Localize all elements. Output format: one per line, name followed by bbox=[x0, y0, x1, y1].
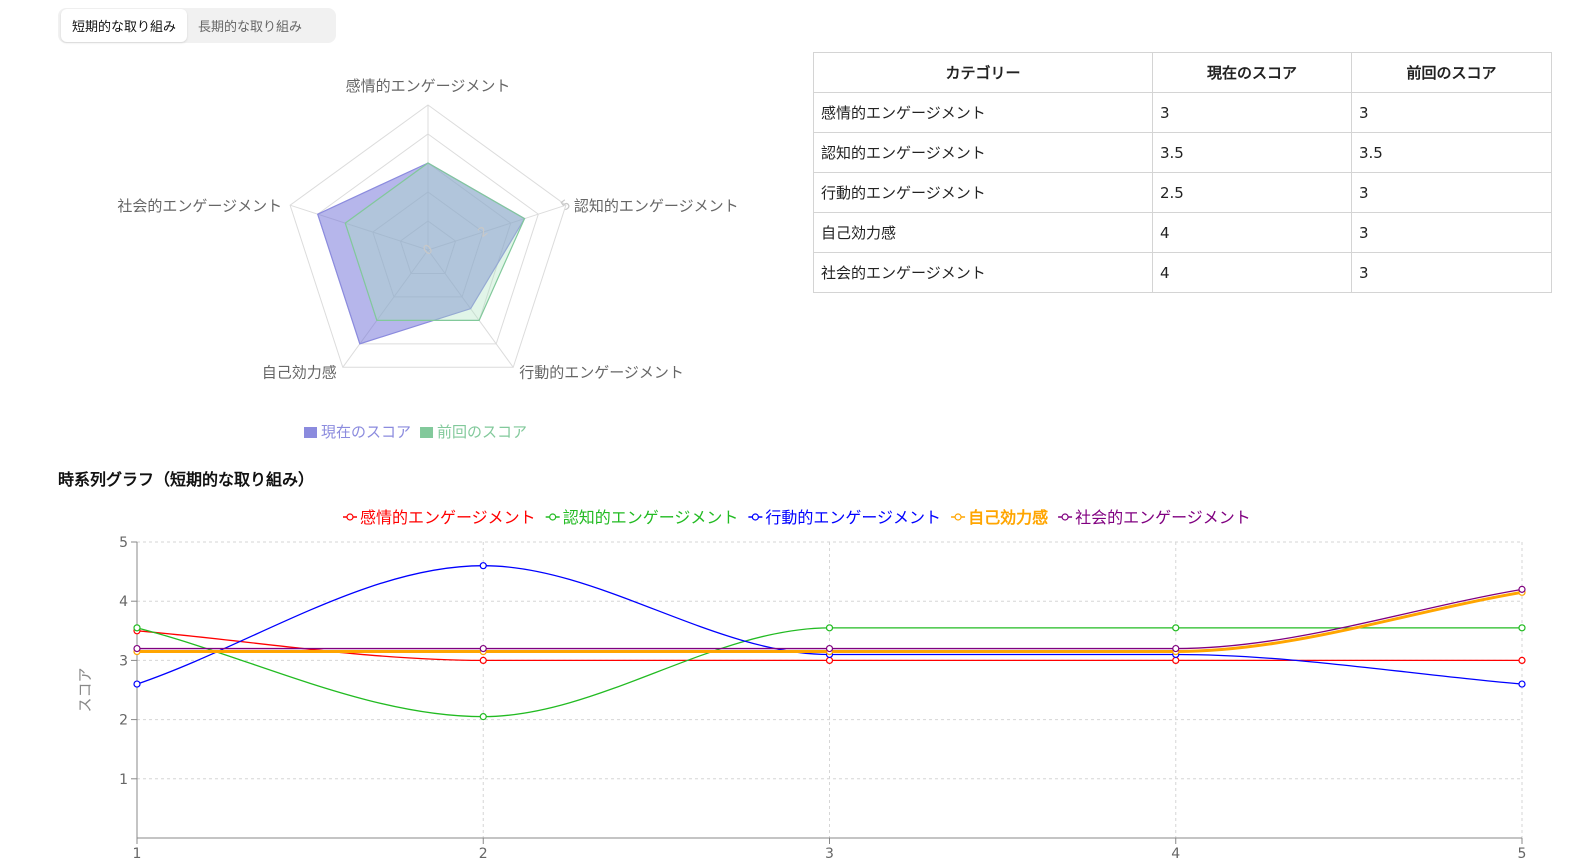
series-cognitive-line bbox=[136, 627, 1522, 718]
y-axis-label: スコア bbox=[76, 667, 94, 712]
series-cognitive-point bbox=[1518, 624, 1526, 632]
series-behavioral-point bbox=[479, 562, 487, 570]
series-cognitive-point bbox=[1172, 624, 1180, 632]
series-social-point bbox=[133, 644, 141, 653]
x-tick-label: 2 bbox=[479, 846, 488, 862]
legend-item-emotional: 感情的エンゲージメント bbox=[360, 508, 536, 527]
time-series-chart: 1 2 3 4 5 1 2 3 4 5 スコア 感情的エンゲージメント 認知的エンゲージメント 行動的エン… bbox=[76, 508, 1527, 862]
series-social-point bbox=[1518, 585, 1526, 593]
x-tick-label: 4 bbox=[1171, 846, 1180, 862]
legend-item-behavioral: 行動的エンゲージメント bbox=[765, 508, 941, 527]
legend-marker-point bbox=[954, 513, 962, 521]
legend-marker-point bbox=[549, 513, 557, 521]
legend-item-self-efficacy: 自己効力感 bbox=[968, 508, 1048, 527]
series-social-point bbox=[825, 644, 834, 653]
series-social-point bbox=[479, 644, 487, 653]
y-tick-label: 4 bbox=[119, 594, 128, 610]
legend-marker-point bbox=[751, 513, 759, 521]
series-cognitive-point bbox=[133, 624, 141, 632]
series-cognitive-point bbox=[479, 713, 487, 721]
y-tick-label: 1 bbox=[119, 772, 128, 788]
x-tick-label: 3 bbox=[825, 846, 834, 862]
legend-item-cognitive: 認知的エンゲージメント bbox=[563, 508, 739, 527]
legend-marker-point bbox=[346, 513, 354, 521]
legend-marker-point bbox=[1061, 513, 1069, 521]
x-tick-label: 1 bbox=[133, 846, 142, 862]
series-emotional-point bbox=[479, 656, 487, 665]
y-tick-label: 2 bbox=[119, 713, 128, 729]
series-social-point bbox=[1172, 644, 1180, 653]
series-cognitive-point bbox=[825, 624, 834, 632]
series-emotional-point bbox=[1518, 656, 1526, 665]
x-tick-label: 5 bbox=[1518, 846, 1527, 862]
y-tick-label: 5 bbox=[119, 535, 128, 551]
series-emotional-point bbox=[1172, 656, 1180, 665]
y-tick-label: 3 bbox=[119, 653, 128, 669]
series-emotional-point bbox=[825, 656, 834, 665]
legend-item-social: 社会的エンゲージメント bbox=[1075, 508, 1251, 527]
series-behavioral-point bbox=[1518, 680, 1526, 688]
series-behavioral-point bbox=[133, 680, 141, 688]
